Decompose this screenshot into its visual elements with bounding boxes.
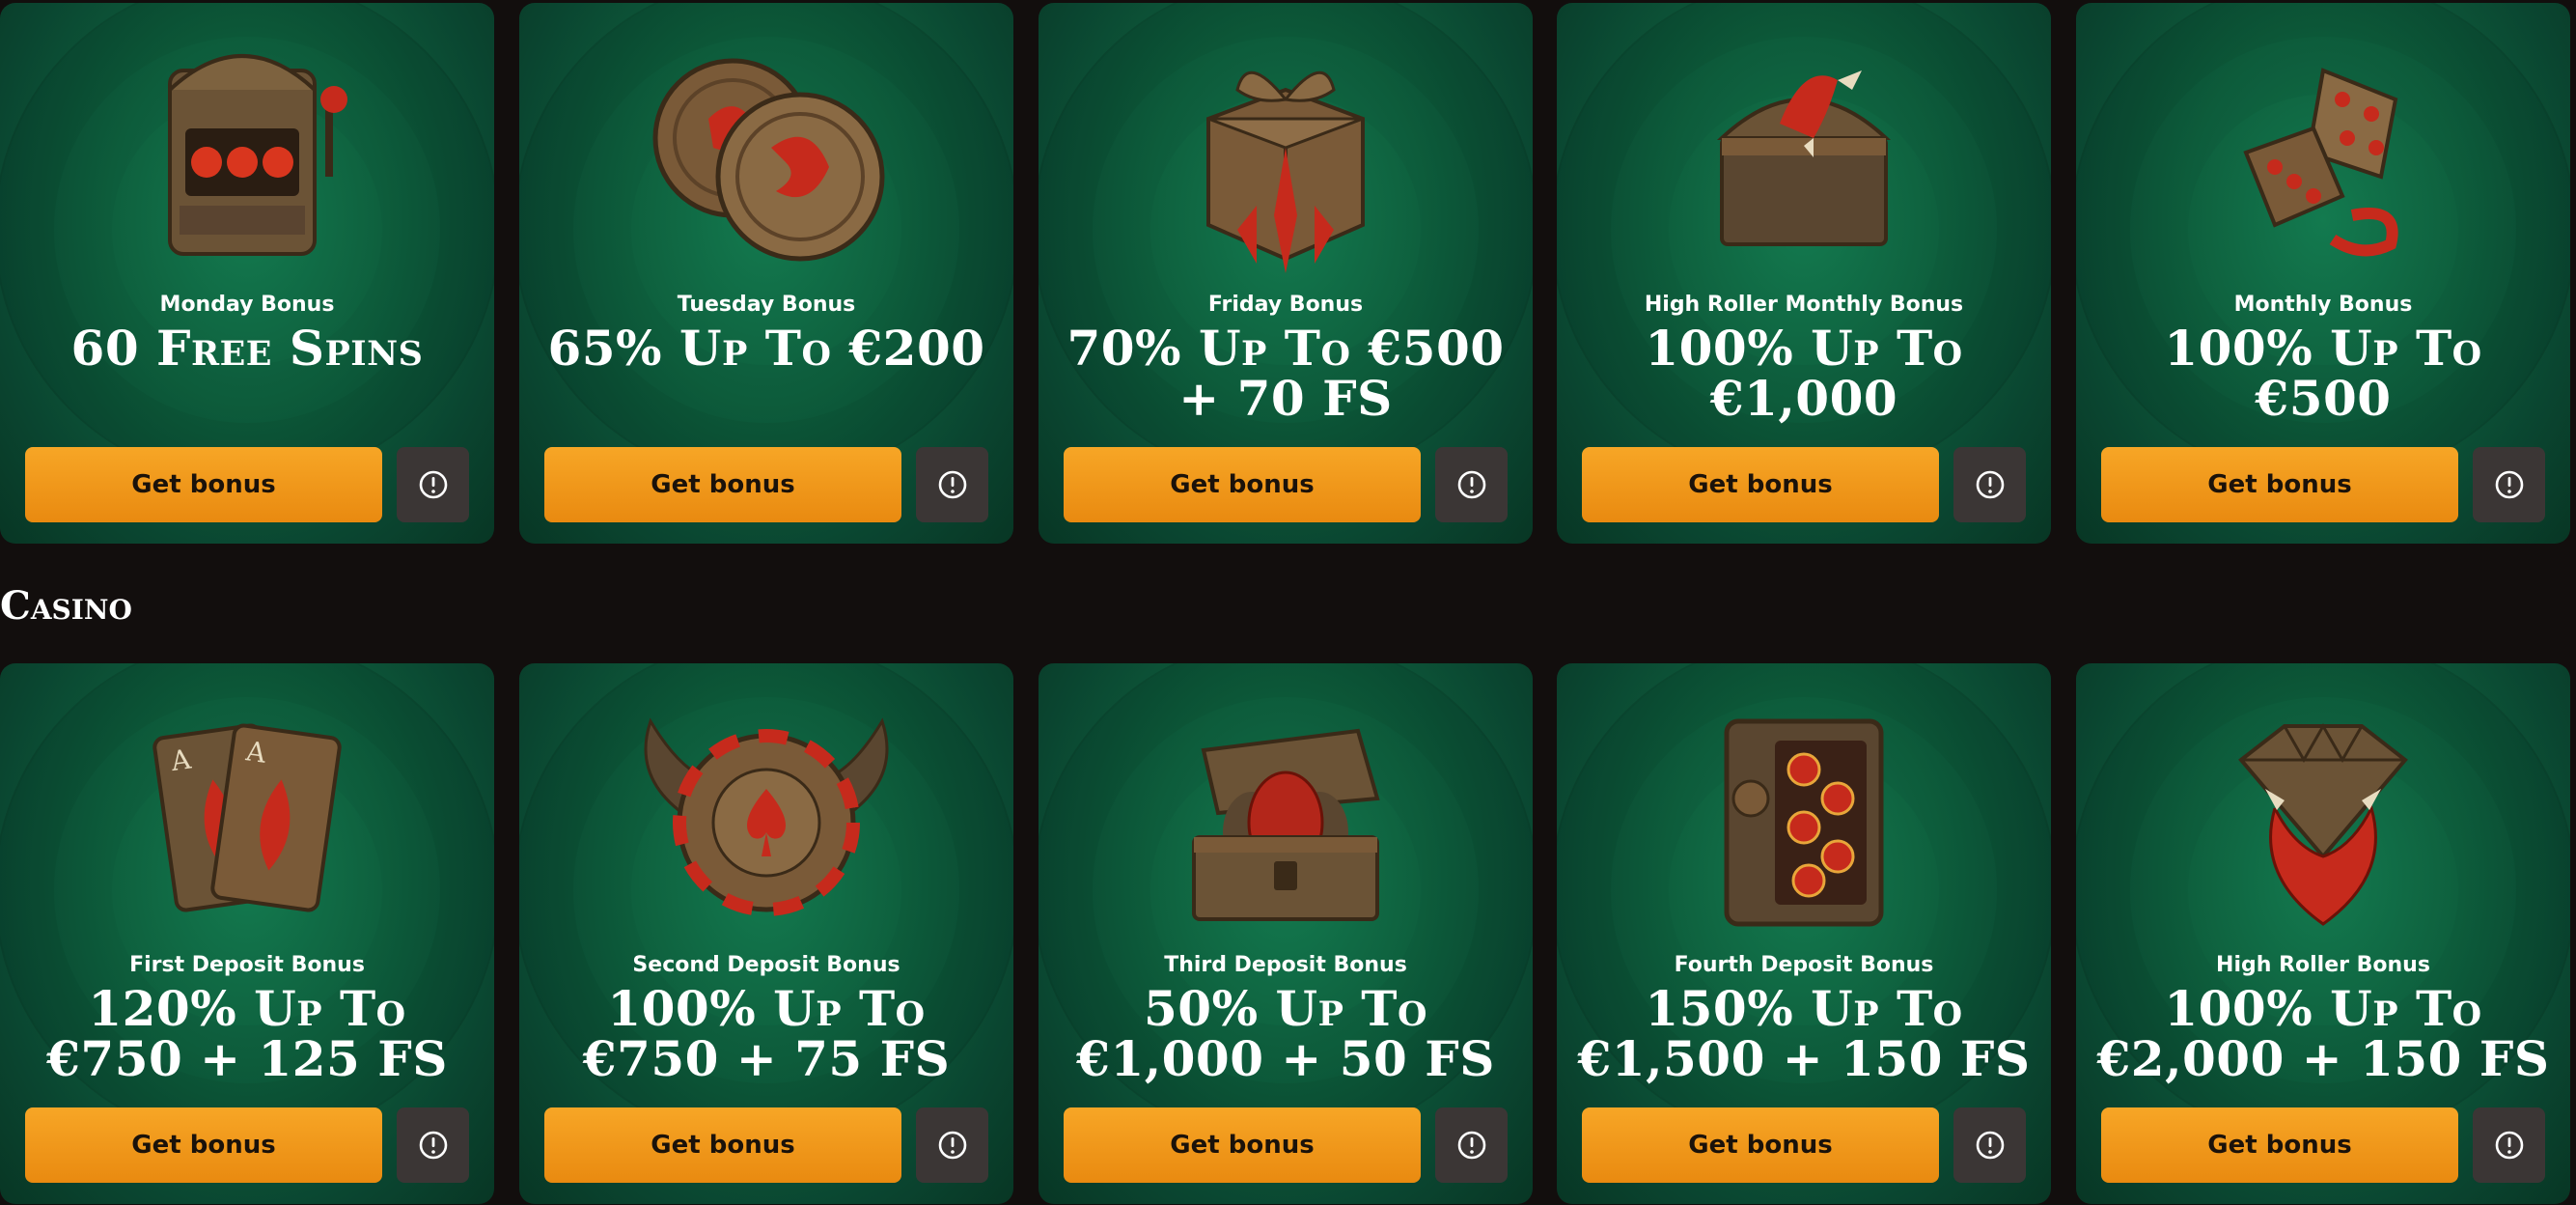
info-icon	[2495, 470, 2523, 499]
info-button[interactable]	[1953, 447, 2026, 522]
get-bonus-button[interactable]: Get bonus	[544, 1107, 901, 1183]
bonus-headline: 150% Up To €1,500 + 150 FS	[1577, 980, 2031, 1087]
get-bonus-button[interactable]: Get bonus	[25, 447, 382, 522]
info-icon	[1457, 1131, 1485, 1160]
treasure-chest-claw-icon	[1716, 70, 1892, 246]
get-bonus-button[interactable]: Get bonus	[1582, 1107, 1939, 1183]
info-button[interactable]	[1953, 1107, 2026, 1183]
info-button[interactable]	[2473, 447, 2545, 522]
bonus-label: Third Deposit Bonus	[1164, 953, 1407, 977]
bonus-headline: 65% Up To €200	[547, 320, 985, 377]
bonus-headline: 70% Up To €500 + 70 FS	[1066, 320, 1505, 427]
bonus-card-monday: Monday Bonus 60 Free Spins Get bonus	[0, 3, 494, 544]
bonus-headline: 100% Up To €750 + 75 FS	[582, 980, 951, 1087]
bonus-headline: 50% Up To €1,000 + 50 FS	[1076, 980, 1495, 1087]
bonus-headline: 100% Up To €2,000 + 150 FS	[2096, 980, 2550, 1087]
info-button[interactable]	[916, 1107, 988, 1183]
get-bonus-button[interactable]: Get bonus	[1064, 447, 1421, 522]
egg-chest-icon	[1192, 728, 1380, 921]
info-icon	[2495, 1131, 2523, 1160]
info-icon	[419, 1131, 447, 1160]
bonus-card-third-deposit: Third Deposit Bonus 50% Up To €1,000 + 5…	[1039, 663, 1533, 1204]
promo-row: Monday Bonus 60 Free Spins Get bonus Tue…	[0, 0, 2576, 545]
dragon-coins-icon	[652, 58, 885, 262]
get-bonus-button[interactable]: Get bonus	[1582, 447, 1939, 522]
get-bonus-button[interactable]: Get bonus	[25, 1107, 382, 1183]
casino-section-title: Casino	[0, 583, 132, 629]
bonus-card-tuesday: Tuesday Bonus 65% Up To €200 Get bonus	[519, 3, 1013, 544]
bonus-label: Fourth Deposit Bonus	[1674, 953, 1934, 977]
bonus-card-monthly: Monthly Bonus 100% Up To €500 Get bonus	[2076, 3, 2570, 544]
info-button[interactable]	[916, 447, 988, 522]
bonus-label: Second Deposit Bonus	[632, 953, 900, 977]
bonus-label: First Deposit Bonus	[129, 953, 365, 977]
get-bonus-button[interactable]: Get bonus	[544, 447, 901, 522]
playing-cards-icon: A A	[152, 723, 342, 912]
dice-icon	[2243, 68, 2398, 257]
safe-icon	[1724, 718, 1884, 927]
bonus-label: Tuesday Bonus	[677, 293, 856, 317]
bonus-label: High Roller Monthly Bonus	[1644, 293, 1964, 317]
info-icon	[419, 470, 447, 499]
info-icon	[938, 1131, 966, 1160]
gift-box-icon	[1206, 70, 1365, 273]
info-button[interactable]	[2473, 1107, 2545, 1183]
diamond-claw-icon	[2238, 722, 2408, 926]
info-button[interactable]	[1435, 447, 1508, 522]
bonus-card-first-deposit: A A First Deposit Bonus 120% Up To €750 …	[0, 663, 494, 1204]
info-button[interactable]	[397, 1107, 469, 1183]
info-icon	[1976, 470, 2004, 499]
casino-row: A A First Deposit Bonus 120% Up To €750 …	[0, 660, 2576, 1205]
bonus-headline: 100% Up To €500	[2164, 320, 2482, 427]
info-icon	[938, 470, 966, 499]
bonus-headline: 120% Up To €750 + 125 FS	[46, 980, 448, 1087]
bonus-label: Monday Bonus	[159, 293, 335, 317]
winged-chip-icon	[644, 717, 889, 916]
bonus-card-friday: Friday Bonus 70% Up To €500 + 70 FS Get …	[1039, 3, 1533, 544]
info-icon	[1976, 1131, 2004, 1160]
get-bonus-button[interactable]: Get bonus	[2101, 1107, 2458, 1183]
bonus-label: Monthly Bonus	[2233, 293, 2413, 317]
bonus-headline: 60 Free Spins	[70, 320, 424, 377]
bonus-label: High Roller Bonus	[2216, 953, 2430, 977]
slot-machine-icon	[168, 54, 347, 256]
info-icon	[1457, 470, 1485, 499]
bonus-card-second-deposit: Second Deposit Bonus 100% Up To €750 + 7…	[519, 663, 1013, 1204]
bonus-card-fourth-deposit: Fourth Deposit Bonus 150% Up To €1,500 +…	[1557, 663, 2051, 1204]
bonus-card-high-roller: High Roller Bonus 100% Up To €2,000 + 15…	[2076, 663, 2570, 1204]
info-button[interactable]	[397, 447, 469, 522]
get-bonus-button[interactable]: Get bonus	[1064, 1107, 1421, 1183]
bonus-headline: 100% Up To €1,000	[1645, 320, 1963, 427]
bonus-label: Friday Bonus	[1207, 293, 1364, 317]
info-button[interactable]	[1435, 1107, 1508, 1183]
bonus-card-high-roller-monthly: High Roller Monthly Bonus 100% Up To €1,…	[1557, 3, 2051, 544]
get-bonus-button[interactable]: Get bonus	[2101, 447, 2458, 522]
